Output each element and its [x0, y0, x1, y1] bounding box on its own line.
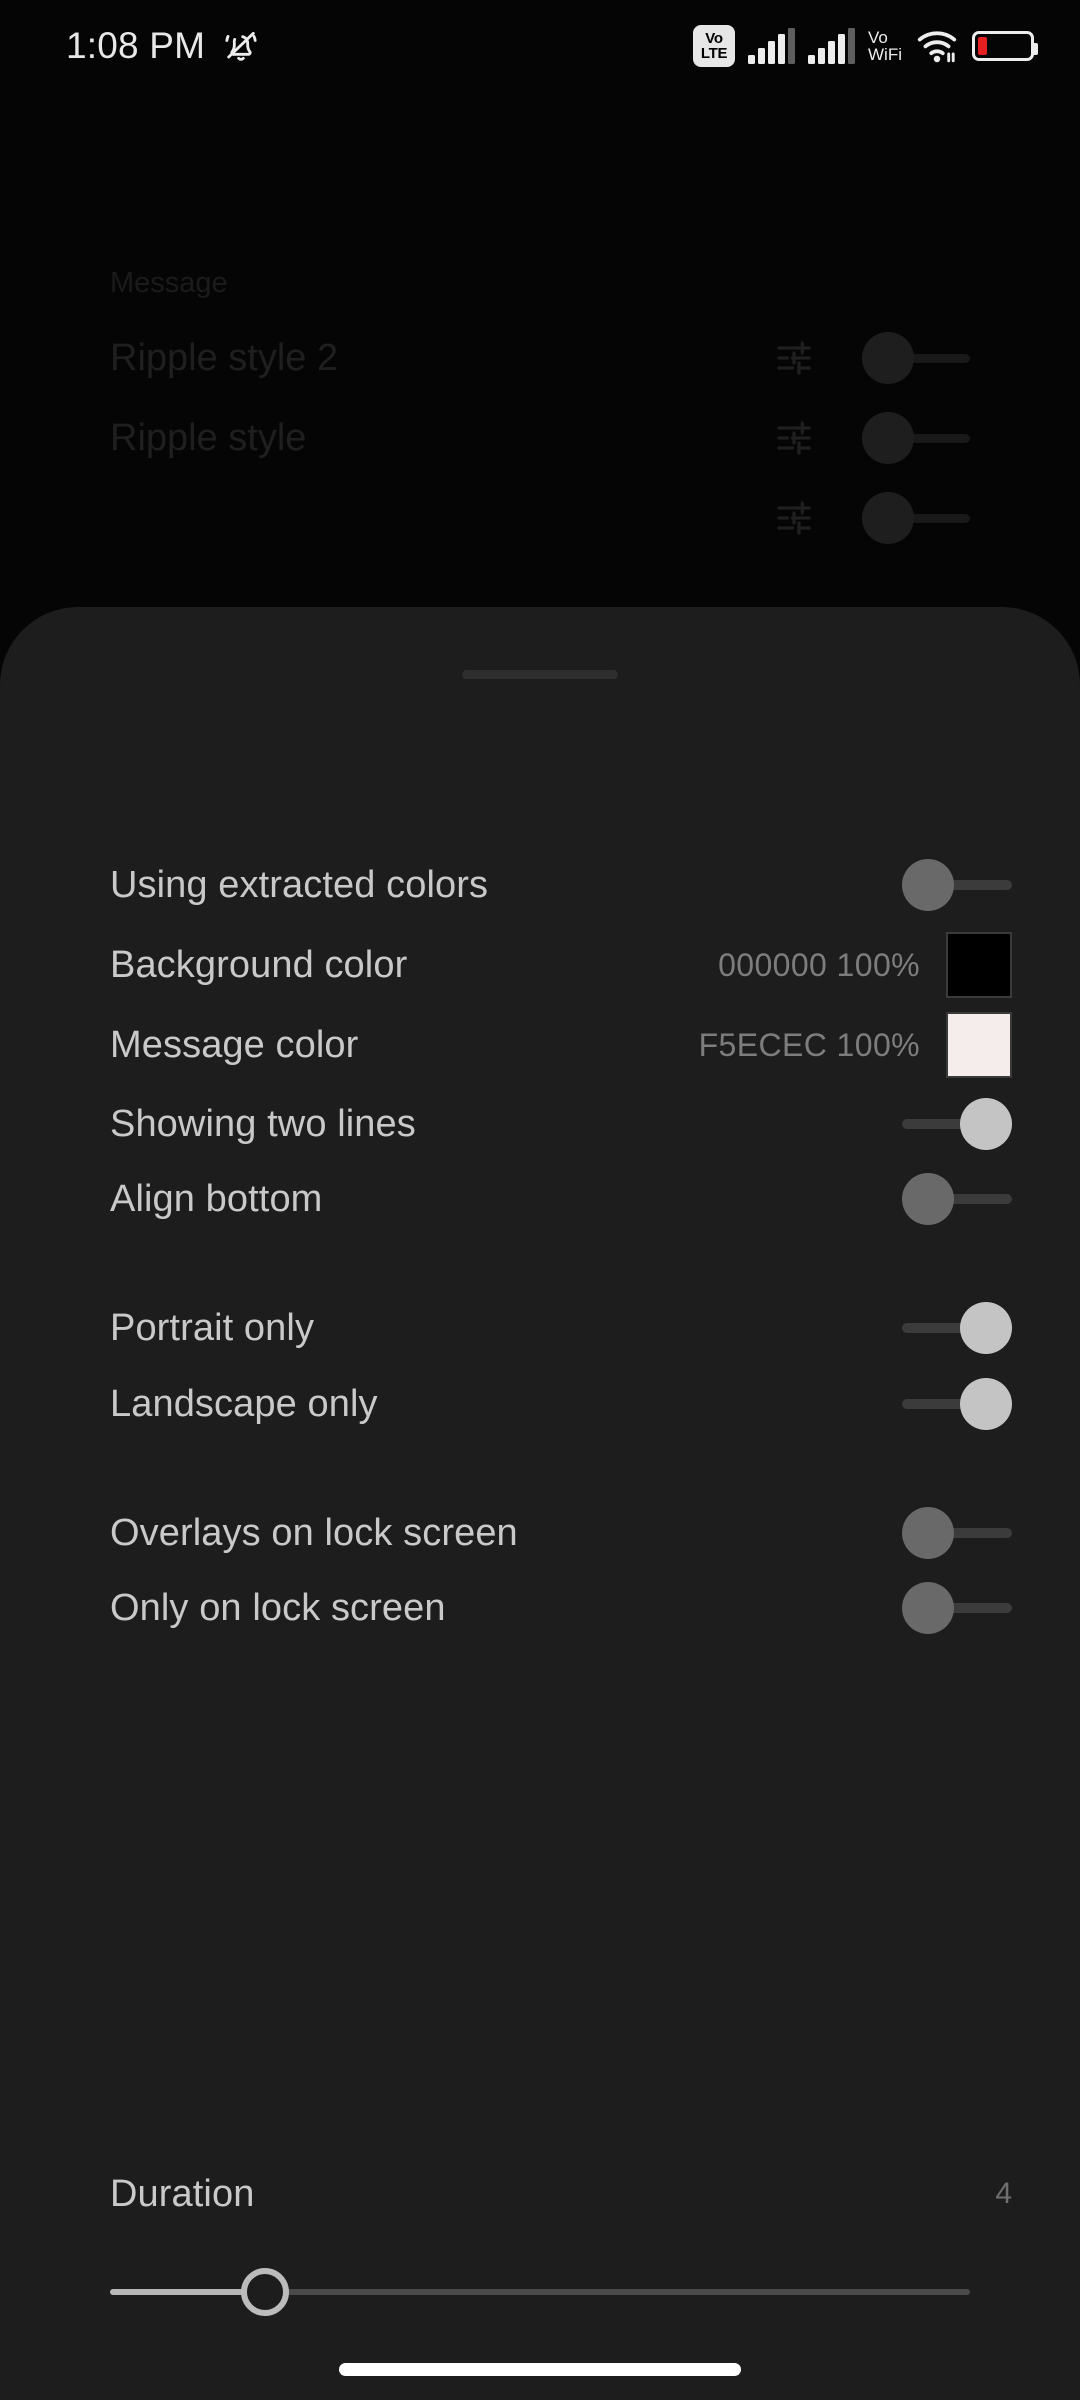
switch-using-extracted-colors[interactable]	[902, 859, 1012, 911]
row-control: 000000 100%	[718, 932, 1012, 998]
sheet-content: Using extracted colors Background color …	[0, 0, 1080, 2400]
row-control	[902, 859, 1012, 911]
row-label: Using extracted colors	[110, 863, 489, 906]
duration-value: 4	[995, 2177, 1012, 2210]
row-control: F5ECEC 100%	[699, 1012, 1012, 1078]
vowifi-top-text: Vo	[868, 27, 888, 47]
vowifi-bottom-text: WiFi	[868, 45, 902, 64]
duration-label: Duration	[110, 2172, 255, 2215]
switch-align-bottom[interactable]	[902, 1173, 1012, 1225]
duration-row: Duration 4	[0, 2164, 1080, 2224]
wifi-icon	[917, 31, 957, 63]
background-color-swatch[interactable]	[946, 932, 1012, 998]
volte-top-text: Vo	[705, 30, 723, 47]
cellular-signal-icon-sim2	[808, 28, 856, 64]
row-label: Showing two lines	[110, 1102, 416, 1145]
row-align-bottom[interactable]: Align bottom	[0, 1151, 1080, 1247]
home-gesture-bar[interactable]	[339, 2363, 741, 2376]
message-color-swatch[interactable]	[946, 1012, 1012, 1078]
row-control	[902, 1302, 1012, 1354]
switch-showing-two-lines[interactable]	[902, 1098, 1012, 1150]
row-control	[902, 1098, 1012, 1150]
row-control	[902, 1378, 1012, 1430]
status-bar-left: 1:08 PM	[66, 25, 261, 67]
cellular-signal-icon-sim1	[748, 28, 796, 64]
status-bar: 1:08 PM Vo LTE Vo WiFi	[0, 0, 1080, 92]
status-bar-right: Vo LTE Vo WiFi	[693, 25, 1038, 67]
background-color-value: 000000 100%	[718, 946, 920, 983]
status-bar-clock: 1:08 PM	[66, 25, 206, 66]
row-landscape-only[interactable]: Landscape only	[0, 1356, 1080, 1452]
vowifi-icon: Vo WiFi	[868, 27, 902, 64]
switch-portrait-only[interactable]	[902, 1302, 1012, 1354]
row-control	[902, 1507, 1012, 1559]
phone-screen: 1:08 PM Vo LTE Vo WiFi Message Ripple st…	[0, 0, 1080, 2400]
slider-thumb[interactable]	[240, 2268, 289, 2316]
volte-icon: Vo LTE	[693, 25, 736, 67]
row-label: Only on lock screen	[110, 1586, 446, 1629]
battery-low-icon	[972, 31, 1038, 61]
row-control	[902, 1582, 1012, 1634]
row-label: Align bottom	[110, 1177, 323, 1220]
row-label: Portrait only	[110, 1306, 315, 1349]
row-control	[902, 1173, 1012, 1225]
switch-only-on-lock-screen[interactable]	[902, 1582, 1012, 1634]
bell-muted-icon	[225, 31, 257, 61]
volte-bottom-text: LTE	[700, 45, 728, 62]
switch-landscape-only[interactable]	[902, 1378, 1012, 1430]
row-only-on-lock-screen[interactable]: Only on lock screen	[0, 1560, 1080, 1656]
switch-overlays-on-lock-screen[interactable]	[902, 1507, 1012, 1559]
row-label: Background color	[110, 943, 408, 986]
duration-slider[interactable]	[110, 2268, 970, 2316]
message-color-value: F5ECEC 100%	[698, 1026, 920, 1063]
row-label: Landscape only	[110, 1382, 378, 1425]
row-label: Message color	[110, 1023, 359, 1066]
row-label: Overlays on lock screen	[110, 1511, 518, 1554]
